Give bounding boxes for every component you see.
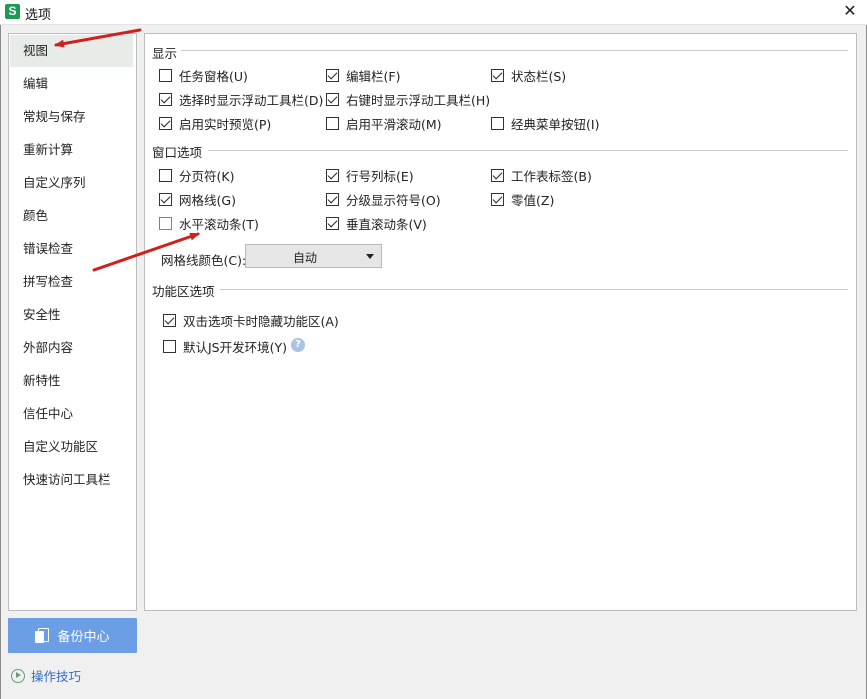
checkbox-formula-bar[interactable]: 编辑栏(F)	[326, 67, 401, 84]
checkbox-label: 分页符(K)	[179, 168, 235, 184]
close-icon[interactable]: ✕	[833, 0, 867, 25]
sidebar-item-error-check[interactable]: 错误检查	[10, 233, 133, 265]
checkbox-box	[326, 192, 339, 206]
sidebar-item-edit[interactable]: 编辑	[10, 68, 133, 100]
checkbox-vertical-scrollbar[interactable]: 垂直滚动条(V)	[326, 215, 427, 232]
app-icon: S	[5, 4, 20, 19]
window-border-left	[0, 25, 1, 699]
checkbox-status-bar[interactable]: 状态栏(S)	[491, 67, 567, 84]
checkbox-label: 编辑栏(F)	[346, 68, 401, 84]
checkbox-label: 零值(Z)	[511, 192, 555, 208]
checkbox-dblclick-hide-ribbon[interactable]: 双击选项卡时隐藏功能区(A)	[163, 312, 339, 329]
gridline-color-select[interactable]: 自动	[245, 244, 382, 268]
operation-tips-link[interactable]: 操作技巧	[11, 666, 81, 685]
checkbox-live-preview[interactable]: 启用实时预览(P)	[159, 115, 272, 132]
options-sidebar: 视图 编辑 常规与保存 重新计算 自定义序列 颜色 错误检查 拼写检查 安全性 …	[8, 33, 137, 611]
backup-doc-icon	[35, 627, 50, 644]
checkbox-label: 经典菜单按钮(I)	[511, 116, 600, 132]
checkbox-box	[491, 168, 504, 182]
section-divider	[181, 50, 848, 51]
checkbox-box	[163, 313, 176, 327]
checkbox-outline-symbols[interactable]: 分级显示符号(O)	[326, 191, 441, 208]
backup-center-label: 备份中心	[57, 630, 110, 645]
sidebar-item-security[interactable]: 安全性	[10, 299, 133, 331]
section-divider	[208, 150, 848, 151]
sidebar-item-colors[interactable]: 颜色	[10, 200, 133, 232]
operation-tips-label: 操作技巧	[31, 669, 82, 684]
checkbox-page-breaks[interactable]: 分页符(K)	[159, 167, 235, 184]
checkbox-box	[491, 68, 504, 82]
select-value: 自动	[292, 251, 317, 265]
checkbox-float-toolbar-select[interactable]: 选择时显示浮动工具栏(D)	[159, 91, 324, 108]
checkbox-smooth-scroll[interactable]: 启用平滑滚动(M)	[326, 115, 442, 132]
chevron-down-icon	[366, 254, 374, 259]
checkbox-label: 选择时显示浮动工具栏(D)	[179, 92, 324, 108]
checkbox-default-js-env[interactable]: 默认JS开发环境(Y)	[163, 338, 288, 355]
checkbox-box	[159, 168, 172, 182]
checkbox-label: 垂直滚动条(V)	[346, 216, 427, 232]
checkbox-row-col-headers[interactable]: 行号列标(E)	[326, 167, 414, 184]
section-title-window-options: 窗口选项	[152, 145, 203, 160]
checkbox-label: 分级显示符号(O)	[346, 192, 441, 208]
play-circle-icon	[11, 668, 25, 683]
checkbox-label: 状态栏(S)	[511, 68, 567, 84]
checkbox-box	[159, 68, 172, 82]
sidebar-item-view[interactable]: 视图	[10, 35, 133, 67]
checkbox-gridlines[interactable]: 网格线(G)	[159, 191, 236, 208]
sidebar-item-spell-check[interactable]: 拼写检查	[10, 266, 133, 298]
checkbox-box	[326, 92, 339, 106]
checkbox-box	[326, 116, 339, 130]
sidebar-item-custom-lists[interactable]: 自定义序列	[10, 167, 133, 199]
checkbox-box	[159, 192, 172, 206]
title-bar: S 选项 ✕	[0, 0, 867, 25]
checkbox-box	[326, 68, 339, 82]
checkbox-float-toolbar-rightclick[interactable]: 右键时显示浮动工具栏(H)	[326, 91, 491, 108]
checkbox-sheet-tabs[interactable]: 工作表标签(B)	[491, 167, 592, 184]
help-icon[interactable]: ?	[291, 338, 305, 352]
checkbox-label: 行号列标(E)	[346, 168, 414, 184]
sidebar-item-customize-ribbon[interactable]: 自定义功能区	[10, 431, 133, 463]
sidebar-item-trust-center[interactable]: 信任中心	[10, 398, 133, 430]
gridline-color-label: 网格线颜色(C):	[161, 253, 247, 268]
checkbox-task-pane[interactable]: 任务窗格(U)	[159, 67, 248, 84]
checkbox-box	[159, 216, 172, 230]
sidebar-item-recalc[interactable]: 重新计算	[10, 134, 133, 166]
checkbox-label: 默认JS开发环境(Y)	[183, 339, 288, 355]
section-title-ribbon: 功能区选项	[152, 284, 215, 299]
checkbox-horizontal-scrollbar[interactable]: 水平滚动条(T)	[159, 215, 259, 232]
sidebar-item-general-save[interactable]: 常规与保存	[10, 101, 133, 133]
sidebar-item-external-content[interactable]: 外部内容	[10, 332, 133, 364]
section-title-display: 显示	[152, 46, 178, 61]
checkbox-label: 右键时显示浮动工具栏(H)	[346, 92, 491, 108]
checkbox-label: 任务窗格(U)	[179, 68, 248, 84]
checkbox-label: 启用平滑滚动(M)	[346, 116, 442, 132]
view-options-panel: 显示 任务窗格(U) 编辑栏(F) 状态栏(S) 选择时显示浮动工具栏(D) 右…	[144, 33, 857, 611]
checkbox-box	[491, 116, 504, 130]
checkbox-label: 启用实时预览(P)	[179, 116, 272, 132]
window-title: 选项	[25, 8, 52, 23]
checkbox-box	[326, 168, 339, 182]
sidebar-item-quick-access[interactable]: 快速访问工具栏	[10, 464, 133, 496]
section-divider	[220, 289, 848, 290]
checkbox-box	[159, 92, 172, 106]
backup-center-button[interactable]: 备份中心	[8, 618, 137, 653]
checkbox-zero-values[interactable]: 零值(Z)	[491, 191, 555, 208]
checkbox-label: 工作表标签(B)	[511, 168, 592, 184]
checkbox-label: 双击选项卡时隐藏功能区(A)	[183, 313, 339, 329]
checkbox-box	[491, 192, 504, 206]
checkbox-classic-menu[interactable]: 经典菜单按钮(I)	[491, 115, 600, 132]
checkbox-box	[326, 216, 339, 230]
checkbox-label: 水平滚动条(T)	[179, 216, 259, 232]
checkbox-box	[159, 116, 172, 130]
sidebar-item-new-features[interactable]: 新特性	[10, 365, 133, 397]
checkbox-label: 网格线(G)	[179, 192, 236, 208]
checkbox-box	[163, 339, 176, 353]
